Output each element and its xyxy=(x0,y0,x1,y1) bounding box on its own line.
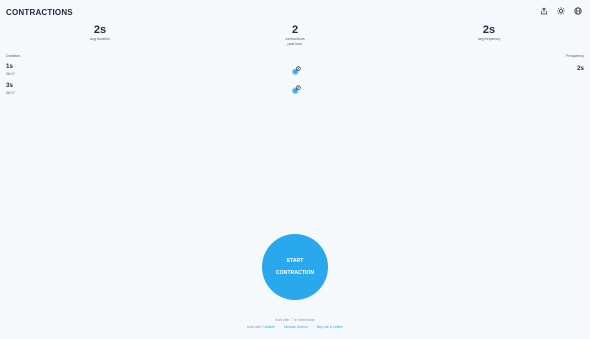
row-time: 06:17 xyxy=(6,91,15,95)
start-contraction-button[interactable]: START CONTRACTION xyxy=(262,234,328,300)
row-time: 06:17 xyxy=(6,72,15,76)
footer-credit: built with ♡ in Barcelona xyxy=(275,318,315,322)
stat-duration-value: 2s xyxy=(93,24,107,36)
stat-count-sublabel: past hour xyxy=(287,41,303,46)
row-duration: 1s xyxy=(6,63,13,70)
app-title: CONTRACTIONS xyxy=(6,8,73,17)
footer-link-author[interactable]: Nicolas Giorno xyxy=(284,325,308,329)
stat-contraction-count: 2 contractions past hour xyxy=(255,24,335,46)
globe-icon[interactable] xyxy=(574,7,582,15)
edit-icon[interactable] xyxy=(291,66,301,76)
table-row: 3s 06:17 xyxy=(0,82,590,102)
footer-separator: · xyxy=(278,325,280,329)
edit-icon[interactable] xyxy=(291,85,301,95)
stat-count-value: 2 xyxy=(291,24,299,36)
start-button-label-line2: CONTRACTION xyxy=(275,270,315,276)
footer-links: built with: Unable · Nicolas Giorno · Bu… xyxy=(0,325,590,329)
table-row: 1s 06:17 2s xyxy=(0,63,590,83)
start-button-label-line1: START xyxy=(286,258,304,264)
share-icon[interactable] xyxy=(540,7,548,15)
footer-built-with: built with: xyxy=(247,325,263,329)
frequency-column-header: Frequency xyxy=(566,54,584,58)
footer-separator: · xyxy=(311,325,313,329)
stat-frequency-value: 2s xyxy=(482,24,496,36)
sun-icon[interactable] xyxy=(557,7,565,15)
footer-link-unable[interactable]: Unable xyxy=(263,325,274,329)
duration-column-header: Duration xyxy=(6,54,21,58)
app-page: CONTRACTIONS 2s avg duration 2 contracti… xyxy=(0,0,590,339)
stat-frequency-label: avg frequency xyxy=(477,37,501,41)
stat-avg-frequency: 2s avg frequency xyxy=(449,24,529,42)
stat-avg-duration: 2s avg duration xyxy=(60,24,140,42)
row-frequency: 2s xyxy=(577,65,584,72)
row-duration: 3s xyxy=(6,82,13,89)
stat-duration-label: avg duration xyxy=(90,37,110,41)
footer-link-coffee[interactable]: Buy me a coffee xyxy=(317,325,343,329)
header-actions xyxy=(540,7,582,15)
